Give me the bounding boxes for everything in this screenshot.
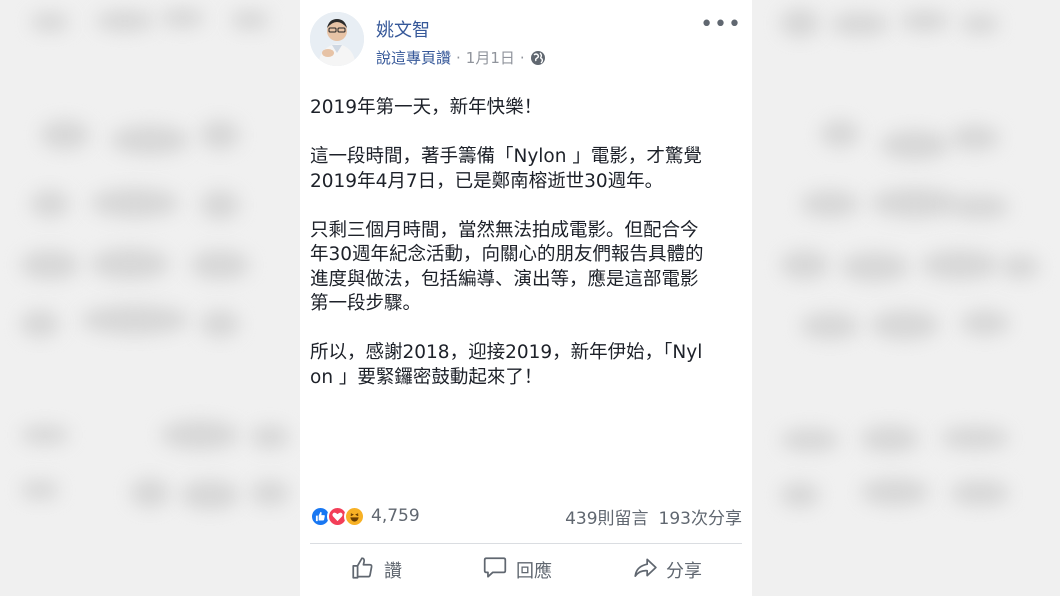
blurred-blob [160,8,205,28]
blurred-blob [200,310,240,338]
comment-label: 回應 [516,561,552,582]
blurred-blob [780,428,840,452]
blurred-blob [860,478,930,506]
blurred-blob [190,250,250,280]
blurred-blob [960,14,1000,34]
meta-separator: · [519,48,525,67]
blurred-blob [870,188,960,218]
share-arrow-icon [632,555,658,586]
blurred-blob [880,130,950,160]
thumbs-up-icon [350,555,376,586]
blurred-blob [1000,255,1040,279]
post-line: 2019年4月7日，已是鄭南榕逝世30週年。 [310,170,664,192]
post-meta: 說這專頁讚 · 1月1日 · [376,47,546,68]
blurred-blob [800,312,860,340]
post-paragraph: 這一段時間，著手籌備「Nylon 」電影，才驚覺 2019年4月7日，已是鄭南榕… [310,145,740,194]
blurred-blob [110,125,190,155]
share-label: 分享 [666,561,702,582]
blurred-blob [950,125,1000,151]
blurred-blob [780,482,820,508]
author-name[interactable]: 姚文智 [376,16,430,42]
blurred-blob [800,190,860,218]
post-line: 只剩三個月時間，當然無法拍成電影。但配合今 [310,219,699,241]
blurred-blob [780,250,830,280]
more-options-icon[interactable]: ••• [700,14,742,36]
post-line: 進度與做法，包括編導、演出等，應是這部電影 [310,268,699,290]
blurred-blob [20,250,80,280]
post-stats: 4,759 439則留言 193次分享 [310,503,742,529]
post-paragraph: 2019年第一天，新年快樂！ [310,96,740,121]
meta-separator: · [456,48,461,67]
post-header: 姚文智 說這專頁讚 · 1月1日 · ••• [310,12,742,74]
blurred-blob [250,425,290,449]
page-like-link[interactable]: 說這專頁讚 [376,47,451,68]
blurred-blob [30,12,70,32]
blurred-blob [130,478,170,508]
comment-button[interactable]: 回應 [482,555,552,586]
blurred-blob [840,252,910,282]
avatar[interactable] [310,12,364,66]
facebook-post: 姚文智 說這專頁讚 · 1月1日 · ••• 2019年第一天，新年快樂！ 這一… [300,0,752,596]
blurred-blob [950,195,1010,219]
blurred-blob [950,480,1010,506]
divider [310,543,742,544]
blurred-blob [920,250,1000,280]
globe-icon [530,50,546,66]
blurred-blob [180,480,240,510]
like-button[interactable]: 讚 [350,555,402,586]
post-line: 第一段步驟。 [310,293,422,314]
blurred-blob [230,10,270,30]
blurred-blob [940,426,1010,450]
post-actions: 讚 回應 分享 [310,552,742,588]
blurred-blob [80,305,190,335]
post-paragraph: 只剩三個月時間，當然無法拍成電影。但配合今 年30週年紀念活動，向關心的朋友們報… [310,219,740,317]
post-line: 這一段時間，著手籌備「Nylon 」電影，才驚覺 [310,146,702,167]
blurred-blob [820,120,860,148]
blurred-blob [40,120,90,150]
post-content: 2019年第一天，新年快樂！ 這一段時間，著手籌備「Nylon 」電影，才驚覺 … [310,96,740,415]
share-count[interactable]: 193次分享 [659,504,742,529]
post-line: on 」要緊鑼密鼓動起來了！ [310,366,543,388]
blurred-blob [870,310,940,340]
blurred-blob [960,310,1010,336]
blurred-blob [160,420,240,450]
engagement-counts: 439則留言 193次分享 [565,504,742,529]
blurred-blob [830,12,890,36]
blurred-blob [95,10,155,32]
blurred-blob [90,248,170,280]
haha-reaction-icon [344,505,365,527]
share-button[interactable]: 分享 [632,555,702,586]
blurred-blob [780,8,820,38]
blurred-blob [20,310,60,338]
blurred-blob [900,10,950,32]
post-paragraph: 所以，感謝2018，迎接2019，新年伊始，「Nyl on 」要緊鑼密鼓動起來了… [310,341,740,390]
blurred-blob [20,425,70,445]
comment-count[interactable]: 439則留言 [565,504,648,529]
blurred-blob [250,480,290,506]
post-line: 2019年第一天，新年快樂！ [310,97,543,118]
post-line: 年30週年紀念活動，向關心的朋友們報告具體的 [310,244,704,265]
like-label: 讚 [384,561,402,582]
post-line: 所以，感謝2018，迎接2019，新年伊始，「Nyl [310,342,703,363]
blurred-blob [200,120,240,150]
comment-bubble-icon [482,555,508,586]
blurred-blob [90,188,180,218]
blurred-blob [200,190,240,220]
blurred-blob [860,425,920,453]
reaction-count: 4,759 [371,506,420,526]
post-date[interactable]: 1月1日 [466,47,515,68]
blurred-blob [20,480,60,500]
reactions-summary[interactable]: 4,759 [310,505,420,527]
blurred-blob [30,190,70,218]
